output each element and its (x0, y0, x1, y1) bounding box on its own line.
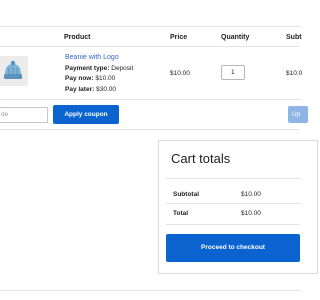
subtotal-value: $10.00 (241, 191, 261, 198)
totals-divider-mid (166, 203, 300, 204)
pay-later-value: $30.00 (96, 86, 116, 93)
header-subtotal: Subt (286, 34, 302, 41)
coupon-code-input[interactable]: de (0, 107, 48, 123)
payment-type-line: Payment type: Deposit (65, 65, 133, 72)
pay-later-line: Pay later: $30.00 (65, 86, 116, 93)
totals-divider-top (166, 178, 300, 179)
total-value: $10.00 (241, 210, 261, 217)
table-bottom-border (0, 129, 300, 130)
table-row-divider (0, 99, 300, 100)
total-label: Total (173, 210, 189, 217)
pay-now-line: Pay now: $10.00 (65, 75, 115, 82)
header-price: Price (170, 34, 188, 41)
payment-type-value: Deposit (111, 65, 134, 72)
product-thumbnail[interactable] (0, 56, 28, 86)
pay-now-label: Pay now: (65, 75, 94, 82)
payment-type-label: Payment type: (65, 65, 110, 72)
apply-coupon-button[interactable]: Apply coupon (53, 105, 119, 124)
pay-now-value: $10.00 (95, 75, 116, 82)
pay-later-label: Pay later: (65, 86, 95, 93)
product-name-link[interactable]: Beanie with Logo (65, 54, 119, 61)
quantity-input[interactable]: 1 (221, 65, 245, 80)
subtotal-label: Subtotal (173, 191, 199, 198)
totals-divider-bottom (166, 224, 300, 225)
header-quantity: Quantity (221, 34, 250, 41)
header-product: Product (64, 34, 91, 41)
item-price: $10.00 (170, 70, 190, 77)
update-cart-button[interactable]: Up (288, 106, 308, 123)
table-header-divider (0, 46, 300, 47)
cart-totals-title: Cart totals (171, 151, 231, 166)
footer-divider (0, 290, 300, 291)
beanie-image-icon (4, 60, 22, 79)
proceed-to-checkout-button[interactable]: Proceed to checkout (166, 234, 300, 262)
item-subtotal: $10.0 (286, 70, 303, 77)
table-top-border (0, 26, 300, 27)
